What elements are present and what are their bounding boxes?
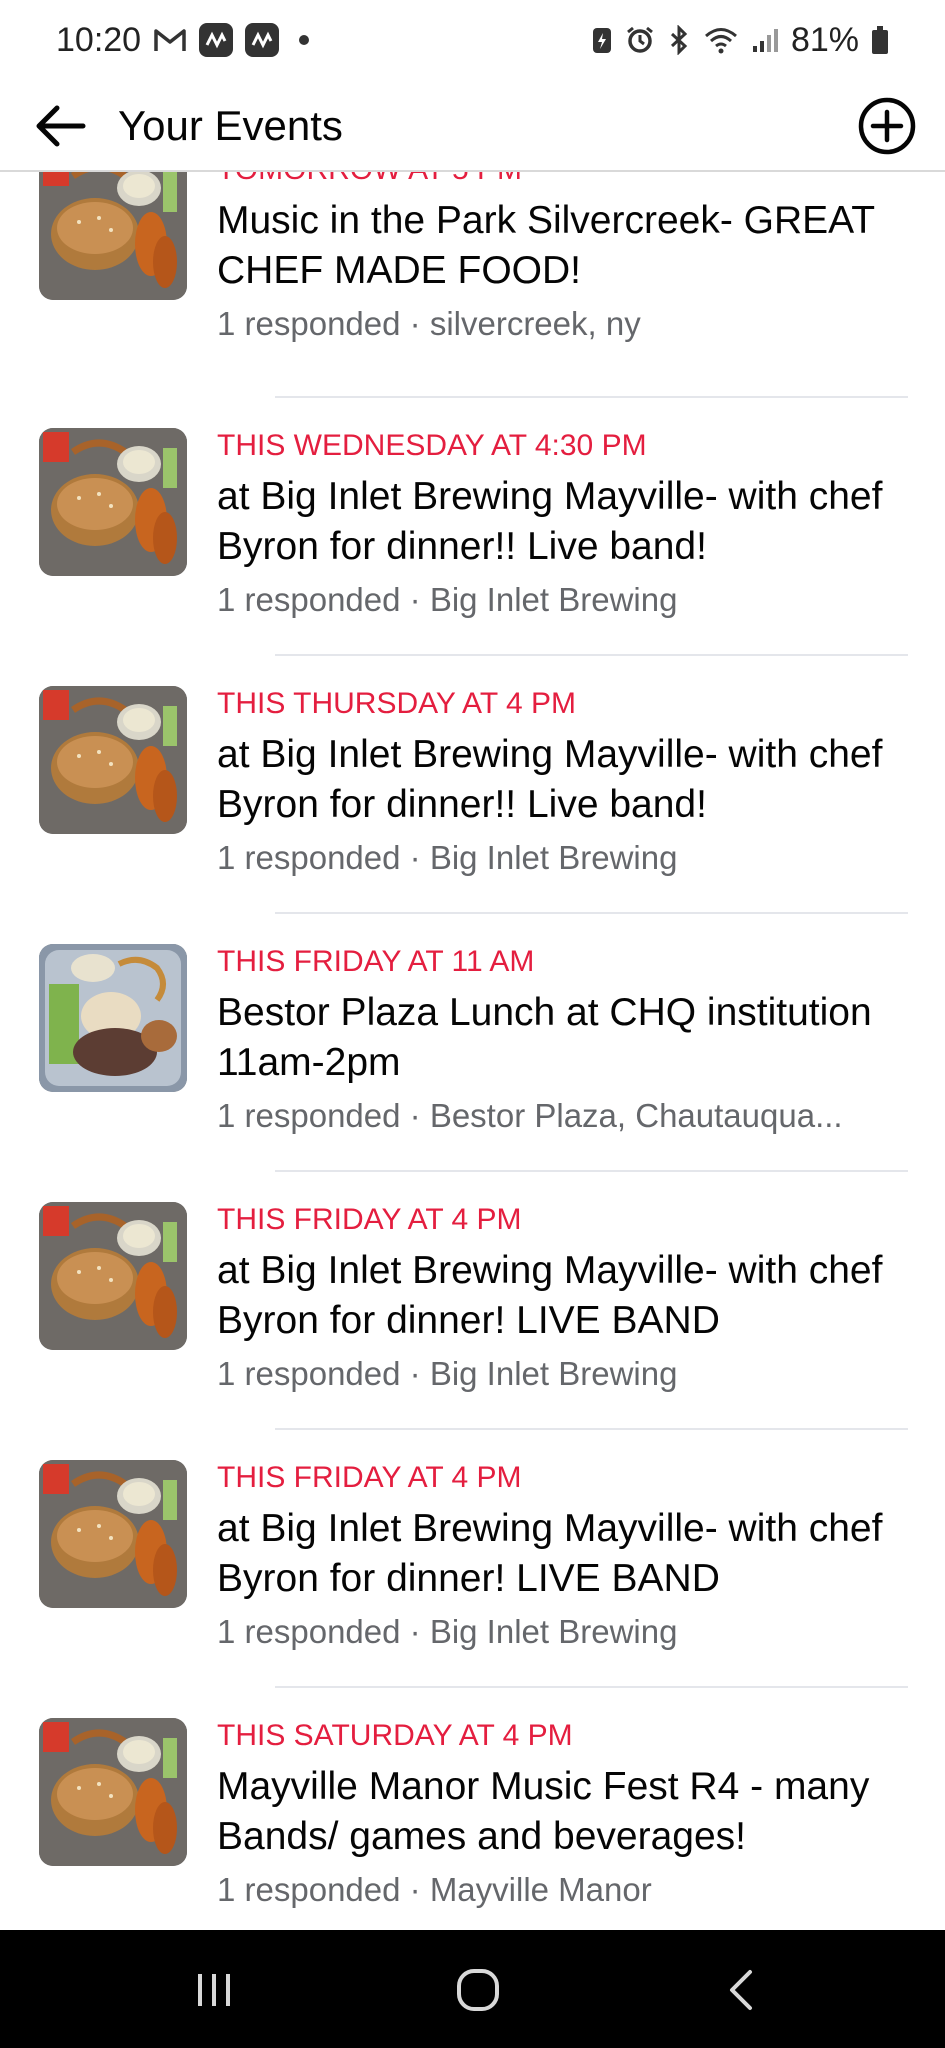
meta-separator: · <box>400 581 430 618</box>
responded-count: 1 responded <box>217 839 401 876</box>
event-item[interactable]: THIS FRIDAY AT 4 PM at Big Inlet Brewing… <box>0 1460 945 1718</box>
meta-separator: · <box>400 1355 430 1392</box>
event-meta: 1 responded · Mayville Manor <box>217 1868 931 1912</box>
event-title: Music in the Park Silvercreek- GREAT CHE… <box>217 199 875 292</box>
app-header: Your Events <box>0 80 945 172</box>
event-text: THIS WEDNESDAY AT 4:30 PM at Big Inlet B… <box>217 428 931 622</box>
event-location: Big Inlet Brewing <box>429 1613 678 1650</box>
event-text: THIS FRIDAY AT 4 PM at Big Inlet Brewing… <box>217 1202 931 1396</box>
meta-separator: · <box>400 1613 430 1650</box>
status-right: 81% <box>591 21 889 60</box>
event-text: THIS THURSDAY AT 4 PM at Big Inlet Brewi… <box>217 686 931 880</box>
app-icon <box>199 23 234 57</box>
event-item[interactable]: THIS FRIDAY AT 11 AM Bestor Plaza Lunch … <box>0 944 945 1202</box>
event-title: at Big Inlet Brewing Mayville- with chef… <box>217 1249 883 1342</box>
event-item[interactable]: THIS THURSDAY AT 4 PM at Big Inlet Brewi… <box>0 686 945 944</box>
recent-apps-button[interactable] <box>174 1960 254 2020</box>
event-title: at Big Inlet Brewing Mayville- with chef… <box>217 475 883 568</box>
event-title: at Big Inlet Brewing Mayville- with chef… <box>217 1507 883 1600</box>
home-button[interactable] <box>438 1960 518 2020</box>
responded-count: 1 responded <box>217 1097 401 1134</box>
page-title: Your Events <box>118 102 343 149</box>
app-icon <box>245 23 280 57</box>
gmail-icon <box>153 27 187 53</box>
back-icon <box>730 1970 752 2010</box>
battery-percent: 81% <box>790 20 859 59</box>
divider <box>275 396 908 398</box>
event-thumbnail <box>39 172 187 300</box>
event-meta: 1 responded · Big Inlet Brewing <box>217 1352 931 1396</box>
event-text: THIS SATURDAY AT 4 PM Mayville Manor Mus… <box>217 1718 931 1912</box>
battery-saver-icon <box>591 25 613 55</box>
meta-separator: · <box>400 305 430 342</box>
event-date: THIS FRIDAY AT 4 PM <box>217 1203 522 1236</box>
divider <box>275 1170 908 1172</box>
add-event-button[interactable] <box>853 92 921 160</box>
event-item[interactable]: TOMORROW AT 5 PM Music in the Park Silve… <box>0 172 945 410</box>
alarm-icon <box>625 25 655 55</box>
event-date: TOMORROW AT 5 PM <box>217 172 931 188</box>
event-title: Mayville Manor Music Fest R4 - many Band… <box>217 1765 870 1858</box>
event-thumbnail <box>39 1202 187 1350</box>
responded-count: 1 responded <box>217 305 401 342</box>
event-title: Bestor Plaza Lunch at CHQ institution 11… <box>217 991 872 1084</box>
event-item[interactable]: THIS SATURDAY AT 4 PM Mayville Manor Mus… <box>0 1718 945 1930</box>
event-thumbnail <box>39 1460 187 1608</box>
event-date: THIS WEDNESDAY AT 4:30 PM <box>217 429 647 462</box>
status-bar: 10:20 81% <box>0 0 945 80</box>
event-date: THIS FRIDAY AT 11 AM <box>217 945 535 978</box>
status-left: 10:20 <box>56 20 310 60</box>
event-title: at Big Inlet Brewing Mayville- with chef… <box>217 733 883 826</box>
event-date: THIS THURSDAY AT 4 PM <box>217 687 576 720</box>
divider <box>275 1428 908 1430</box>
recent-apps-icon <box>198 1974 230 2006</box>
event-location: Mayville Manor <box>429 1871 652 1908</box>
battery-icon <box>871 25 889 55</box>
meta-separator: · <box>400 839 430 876</box>
meta-separator: · <box>400 1097 430 1134</box>
home-icon <box>457 1969 499 2011</box>
divider <box>275 912 908 914</box>
responded-count: 1 responded <box>217 1871 401 1908</box>
event-list: TOMORROW AT 5 PM Music in the Park Silve… <box>0 172 945 1930</box>
event-item[interactable]: THIS FRIDAY AT 4 PM at Big Inlet Brewing… <box>0 1202 945 1460</box>
event-date: THIS SATURDAY AT 4 PM <box>217 1719 573 1752</box>
event-meta: 1 responded · Big Inlet Brewing <box>217 578 931 622</box>
system-back-button[interactable] <box>702 1960 782 2020</box>
responded-count: 1 responded <box>217 1613 401 1650</box>
event-thumbnail <box>39 1718 187 1866</box>
add-circle-icon <box>858 97 916 155</box>
event-meta: 1 responded · Big Inlet Brewing <box>217 836 931 880</box>
event-thumbnail <box>39 428 187 576</box>
bluetooth-icon <box>667 25 691 55</box>
event-text: THIS FRIDAY AT 11 AM Bestor Plaza Lunch … <box>217 944 931 1138</box>
event-location: silvercreek, ny <box>429 305 641 342</box>
event-meta: 1 responded · Bestor Plaza, Chautauqua..… <box>217 1094 931 1138</box>
event-location: Big Inlet Brewing <box>429 1355 678 1392</box>
event-date: THIS FRIDAY AT 4 PM <box>217 1461 522 1494</box>
responded-count: 1 responded <box>217 581 401 618</box>
system-nav-bar <box>0 1930 945 2048</box>
event-text: THIS FRIDAY AT 4 PM at Big Inlet Brewing… <box>217 1460 931 1654</box>
notification-dot-icon <box>299 35 310 45</box>
event-item[interactable]: THIS WEDNESDAY AT 4:30 PM at Big Inlet B… <box>0 428 945 686</box>
responded-count: 1 responded <box>217 1355 401 1392</box>
meta-separator: · <box>400 1871 430 1908</box>
signal-icon <box>751 26 779 54</box>
event-location: Bestor Plaza, Chautauqua... <box>429 1097 843 1134</box>
wifi-icon <box>703 25 739 55</box>
event-location: Big Inlet Brewing <box>429 839 678 876</box>
event-thumbnail <box>39 686 187 834</box>
event-location: Big Inlet Brewing <box>429 581 678 618</box>
back-button[interactable] <box>30 96 90 156</box>
event-meta: 1 responded · Big Inlet Brewing <box>217 1610 931 1654</box>
clock: 10:20 <box>56 20 142 59</box>
divider <box>275 1686 908 1688</box>
divider <box>275 654 908 656</box>
event-thumbnail <box>39 944 187 1092</box>
event-text: TOMORROW AT 5 PM Music in the Park Silve… <box>217 172 931 346</box>
back-arrow-icon <box>36 105 86 147</box>
event-meta: 1 responded · silvercreek, ny <box>217 302 931 346</box>
